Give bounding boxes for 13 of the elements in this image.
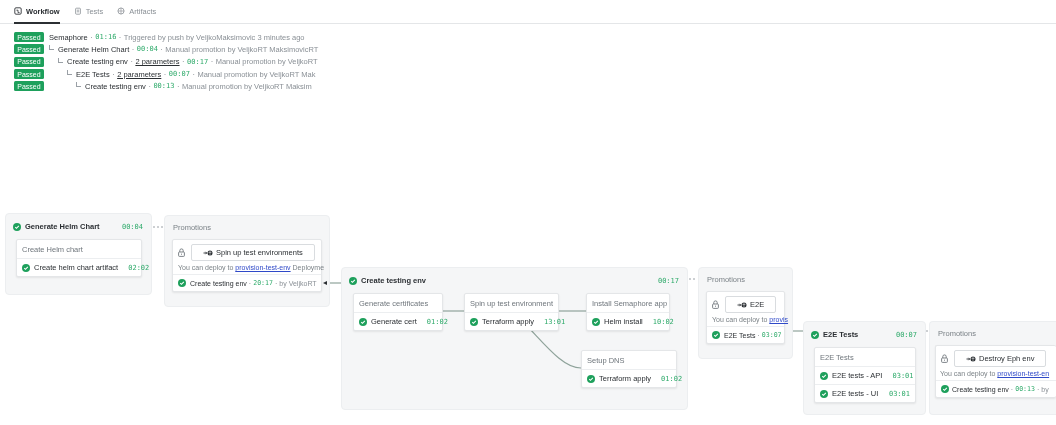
lock-icon	[941, 354, 948, 363]
clipboard-icon	[73, 7, 82, 15]
arrow-globe-icon	[203, 249, 213, 256]
dashed-connector	[152, 226, 164, 228]
arrow-globe-icon	[966, 355, 976, 362]
connector-line	[558, 310, 587, 312]
arrow-globe-icon	[737, 301, 747, 308]
globe-icon	[117, 7, 126, 15]
workflow-icon	[14, 7, 22, 15]
connector-line	[442, 310, 465, 312]
lock-icon	[712, 300, 719, 309]
dashed-connector	[688, 278, 698, 280]
lock-icon	[178, 248, 185, 257]
